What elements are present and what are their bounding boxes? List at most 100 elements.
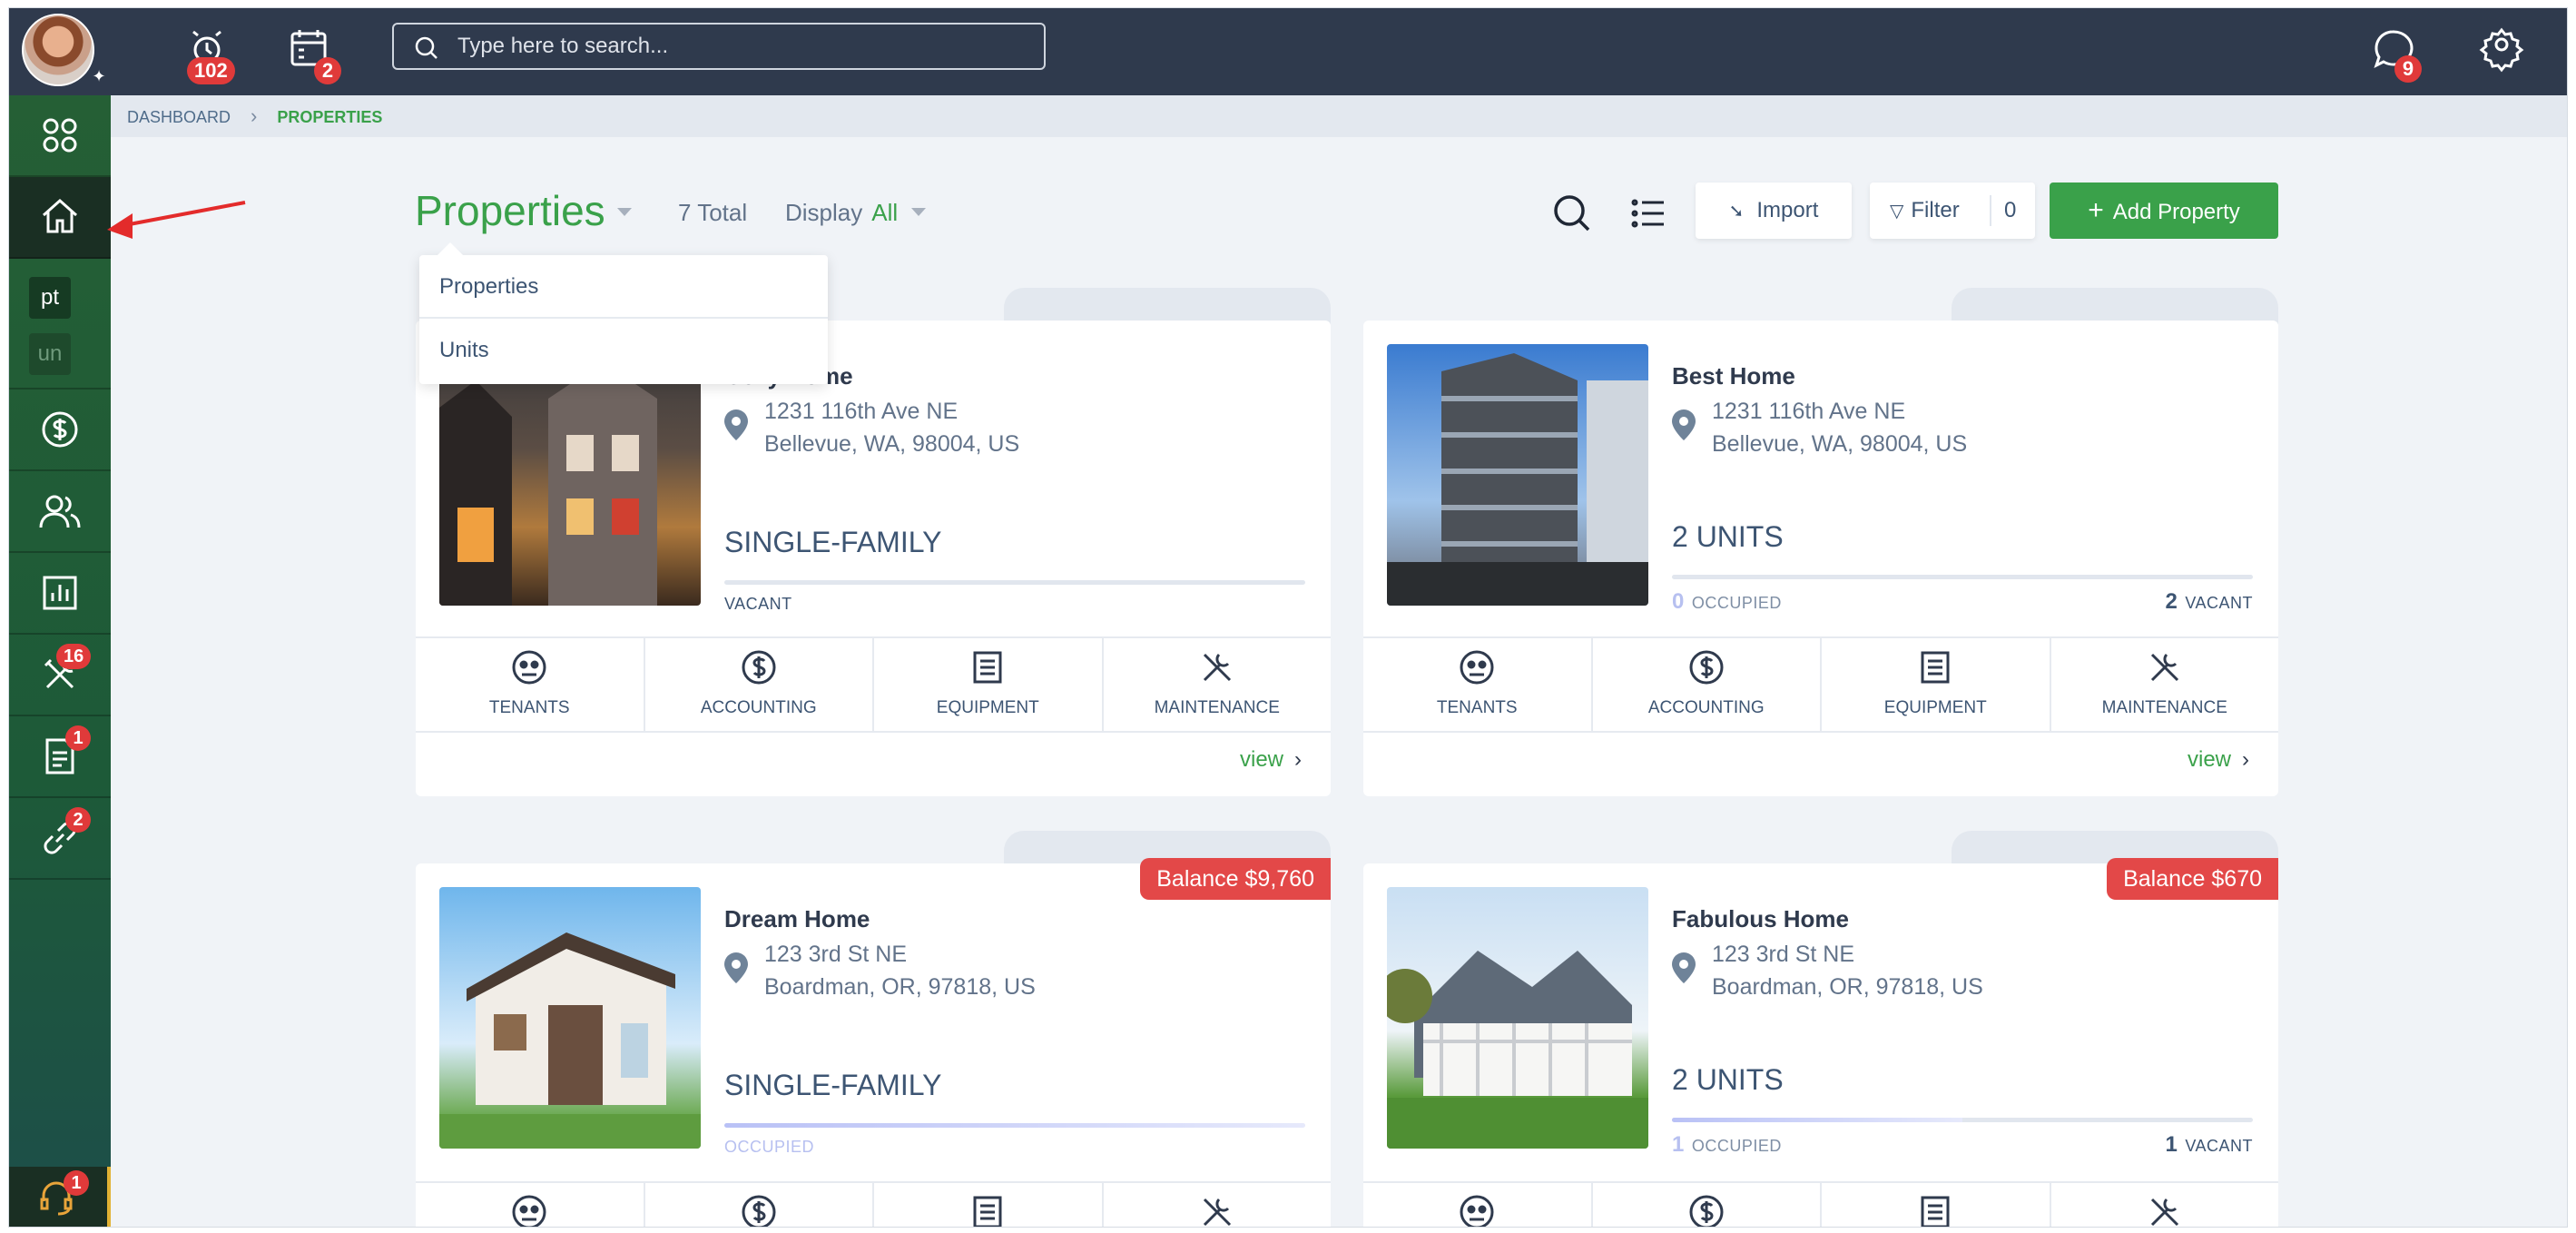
- location-pin-icon: [1672, 952, 1696, 983]
- dollar-icon: [1689, 650, 1724, 685]
- location-pin-icon: [1672, 409, 1696, 440]
- property-name[interactable]: Fabulous Home: [1672, 905, 1849, 933]
- view-link[interactable]: view ›: [1240, 747, 1302, 773]
- maintenance-action[interactable]: [1104, 1183, 1332, 1227]
- tenants-label: TENANTS: [1436, 698, 1518, 717]
- occupied-stat: 1 OCCUPIED: [1672, 1132, 1782, 1158]
- sidebar-item-people[interactable]: [9, 471, 111, 553]
- equipment-action[interactable]: EQUIPMENT: [874, 638, 1104, 731]
- import-button[interactable]: ➘ Import: [1696, 182, 1852, 239]
- sidebar-chip-pt[interactable]: pt: [29, 277, 71, 319]
- occupancy-bar: [1672, 1118, 2253, 1122]
- equipment-label: EQUIPMENT: [1883, 698, 1987, 717]
- chevron-down-icon[interactable]: [617, 208, 632, 216]
- calendar-icon[interactable]: 2: [283, 25, 341, 84]
- people-icon: [39, 495, 81, 528]
- occupancy-bar: [1672, 575, 2253, 579]
- vacant-label: VACANT: [2185, 594, 2253, 612]
- annotation-arrow: [107, 201, 246, 239]
- sidebar-item-properties[interactable]: [9, 177, 111, 259]
- property-photo[interactable]: [439, 887, 701, 1149]
- tools-icon: [2150, 653, 2178, 682]
- sidebar-item-accounting[interactable]: [9, 390, 111, 471]
- property-photo[interactable]: [1387, 344, 1648, 606]
- equipment-action[interactable]: [1822, 1183, 2051, 1227]
- maintenance-badge: 16: [56, 644, 92, 669]
- equipment-action[interactable]: EQUIPMENT: [1822, 638, 2051, 731]
- vacant-stat: 1 VACANT: [2165, 1132, 2253, 1158]
- sidebar-item-links[interactable]: 2: [9, 798, 111, 880]
- search-box[interactable]: [392, 23, 1046, 70]
- maintenance-label: MAINTENANCE: [1154, 698, 1280, 717]
- add-property-button[interactable]: + Add Property: [2050, 182, 2278, 239]
- gear-icon[interactable]: [2476, 25, 2531, 79]
- chevron-down-icon[interactable]: [911, 208, 926, 216]
- page-title[interactable]: Properties: [415, 186, 605, 235]
- tools-icon: [2150, 1198, 2178, 1227]
- sidebar-item-maintenance[interactable]: 16: [9, 635, 111, 716]
- sidebar-item-documents[interactable]: 1: [9, 716, 111, 798]
- dropdown-item-units[interactable]: Units: [419, 319, 828, 382]
- accounting-action[interactable]: [1593, 1183, 1822, 1227]
- dropdown-item-properties[interactable]: Properties: [419, 255, 828, 319]
- balance-badge[interactable]: Balance $670: [2107, 858, 2278, 900]
- property-name[interactable]: Best Home: [1672, 362, 1795, 390]
- search-input[interactable]: [457, 25, 1029, 68]
- property-actions: [1363, 1181, 2278, 1227]
- accounting-label: ACCOUNTING: [700, 698, 817, 717]
- import-icon: ➘: [1728, 202, 1745, 222]
- total-count: 7 Total: [678, 199, 748, 226]
- chevron-right-icon: ›: [251, 104, 258, 127]
- accounting-action[interactable]: ACCOUNTING: [645, 638, 874, 731]
- address-line-1: 1231 116th Ave NE: [1712, 399, 1906, 424]
- filter-count: 0: [2004, 198, 2017, 222]
- search-icon[interactable]: [1552, 193, 1592, 233]
- display-label: Display: [785, 199, 863, 226]
- view-label: view: [2187, 747, 2231, 772]
- list-view-icon[interactable]: [1630, 195, 1667, 232]
- unit-count: 2 UNITS: [1672, 520, 1784, 553]
- maintenance-action[interactable]: MAINTENANCE: [1104, 638, 1332, 731]
- tenants-action[interactable]: TENANTS: [1363, 638, 1593, 731]
- equipment-action[interactable]: [874, 1183, 1104, 1227]
- maintenance-action[interactable]: MAINTENANCE: [2051, 638, 2279, 731]
- view-type-dropdown: Properties Units: [419, 242, 828, 384]
- occupied-label: OCCUPIED: [1691, 594, 1782, 612]
- tenants-icon: [512, 1195, 546, 1227]
- tenants-action[interactable]: TENANTS: [416, 638, 645, 731]
- display-select[interactable]: Display All: [785, 199, 898, 227]
- import-label: Import: [1756, 198, 1819, 222]
- user-avatar[interactable]: [22, 14, 94, 86]
- address-line-1: 1231 116th Ave NE: [764, 399, 959, 424]
- tenants-action[interactable]: [416, 1183, 645, 1227]
- maintenance-action[interactable]: [2051, 1183, 2279, 1227]
- property-name[interactable]: Dream Home: [724, 905, 870, 933]
- pin-icon[interactable]: ✦: [89, 66, 109, 86]
- property-address: 1231 116th Ave NE Bellevue, WA, 98004, US: [1712, 395, 1967, 460]
- property-photo[interactable]: [1387, 887, 1648, 1149]
- sidebar-item-support[interactable]: 1: [9, 1167, 111, 1227]
- tenants-action[interactable]: [1363, 1183, 1593, 1227]
- view-link[interactable]: view ›: [2188, 747, 2249, 773]
- sidebar-chip-un[interactable]: un: [29, 333, 71, 375]
- chat-icon[interactable]: 9: [2367, 25, 2422, 83]
- dollar-icon: [742, 650, 776, 685]
- top-bar: ✦ 102 2 9: [9, 8, 2567, 95]
- sidebar-item-dashboard[interactable]: [9, 95, 111, 177]
- occupied-count: 0: [1672, 589, 1685, 614]
- accounting-action[interactable]: ACCOUNTING: [1593, 638, 1822, 731]
- tenants-icon: [1460, 650, 1494, 685]
- balance-badge[interactable]: Balance $9,760: [1140, 858, 1331, 900]
- sidebar-item-reports[interactable]: [9, 553, 111, 635]
- occupancy-bar: [724, 1123, 1305, 1128]
- accounting-label: ACCOUNTING: [1647, 698, 1765, 717]
- accounting-action[interactable]: [645, 1183, 874, 1227]
- alarm-icon[interactable]: 102: [172, 25, 235, 84]
- property-address: 1231 116th Ave NE Bellevue, WA, 98004, US: [764, 395, 1019, 460]
- filter-button[interactable]: ▽ Filter 0: [1870, 182, 2035, 239]
- breadcrumb-dashboard[interactable]: DASHBOARD: [127, 108, 231, 126]
- property-address: 123 3rd St NE Boardman, OR, 97818, US: [1712, 938, 1983, 1003]
- display-value: All: [871, 199, 899, 226]
- filter-icon: ▽: [1890, 202, 1904, 222]
- filter-label: Filter: [1911, 198, 1960, 222]
